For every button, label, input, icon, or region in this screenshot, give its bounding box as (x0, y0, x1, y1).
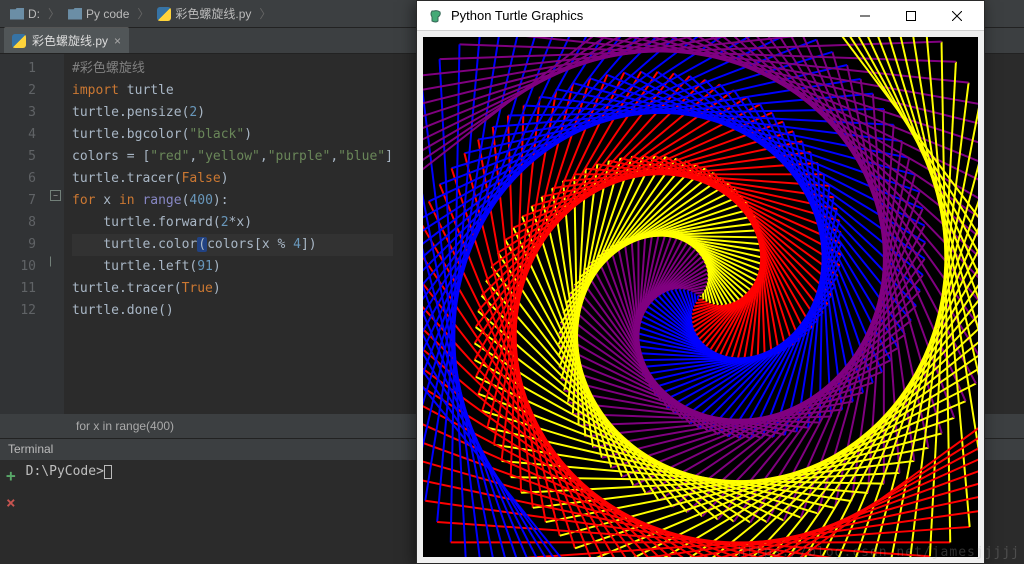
bc-label: D: (28, 7, 40, 21)
terminal-toolbar: + × (6, 464, 16, 512)
drive-icon (10, 8, 24, 20)
close-icon[interactable]: × (114, 34, 121, 48)
chevron-right-icon: 〉 (259, 5, 271, 22)
chevron-right-icon: 〉 (137, 5, 149, 22)
close-button[interactable] (934, 1, 980, 31)
fold-marker-end (50, 256, 61, 267)
tab-label: 彩色螺旋线.py (32, 32, 108, 49)
turtle-canvas-frame (417, 31, 984, 563)
line-gutter: 123456789101112 (0, 54, 50, 414)
bc-label: Py code (86, 7, 129, 21)
turtle-window-title: Python Turtle Graphics (451, 8, 583, 23)
fold-marker-open[interactable]: − (50, 190, 61, 201)
bc-label: 彩色螺旋线.py (175, 5, 251, 22)
turtle-app-icon (427, 7, 445, 25)
turtle-window[interactable]: Python Turtle Graphics (416, 0, 985, 564)
minimize-button[interactable] (842, 1, 888, 31)
code-area[interactable]: #彩色螺旋线import turtleturtle.pensize(2)turt… (64, 54, 393, 414)
turtle-canvas (423, 37, 978, 557)
watermark-text: https://blog.csdn.net/jamesjjjjj (738, 545, 1020, 560)
close-terminal-icon[interactable]: × (6, 493, 16, 512)
breadcrumb-folder[interactable]: Py code (64, 6, 133, 22)
structure-item: for x in range(400) (76, 419, 174, 433)
add-terminal-icon[interactable]: + (6, 466, 16, 485)
python-file-icon (12, 34, 26, 48)
maximize-button[interactable] (888, 1, 934, 31)
terminal-title: Terminal (8, 442, 53, 456)
folder-icon (68, 8, 82, 20)
terminal-prompt: D:\PyCode> (26, 464, 104, 479)
terminal-cursor (104, 465, 112, 479)
turtle-titlebar[interactable]: Python Turtle Graphics (417, 1, 984, 31)
tab-file[interactable]: 彩色螺旋线.py × (4, 27, 129, 53)
fold-column: − (50, 54, 64, 414)
python-file-icon (157, 7, 171, 21)
terminal-output[interactable]: D:\PyCode> (26, 464, 112, 479)
breadcrumb-drive[interactable]: D: (6, 6, 44, 22)
breadcrumb-file[interactable]: 彩色螺旋线.py (153, 4, 255, 23)
chevron-right-icon: 〉 (48, 5, 60, 22)
